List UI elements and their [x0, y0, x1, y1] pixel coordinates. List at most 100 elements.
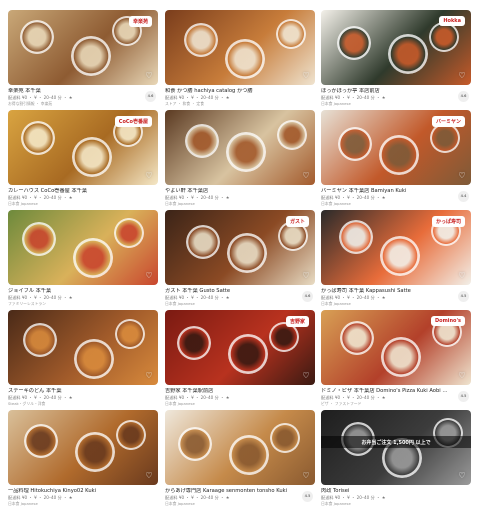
restaurant-image[interactable]: バーミヤン ♡ — [321, 110, 471, 185]
restaurant-image[interactable]: ♡ — [165, 110, 315, 185]
rating-badge: 4.4 — [458, 191, 469, 202]
restaurant-name[interactable]: ドミノ・ピザ 本千葉店 Domino's Pizza Kuki Aobi Sto… — [321, 388, 449, 395]
restaurant-card[interactable]: かっぱ寿司 ♡ かっぱ寿司 本千葉 Kappasushi Satte 配送料 ¥0 ・… — [321, 210, 471, 310]
food-plate — [379, 135, 419, 175]
restaurant-card[interactable]: ♡ 和食 かつ膳 hachiya catalog かつ膳 配送料 ¥0 ・ ¥ ・ … — [165, 10, 315, 110]
restaurant-name[interactable]: 幸楽苑 本千葉 — [8, 88, 136, 95]
category-text: ピザ ・ ファストフード — [321, 401, 362, 406]
food-plate — [381, 337, 421, 377]
favorite-heart-icon[interactable]: ♡ — [144, 171, 154, 181]
category-text: ストア ・ 和食 ・ 定食 — [165, 101, 204, 106]
rating-badge: 4.5 — [458, 391, 469, 402]
restaurant-image[interactable]: Domino's ♡ — [321, 310, 471, 385]
restaurant-grid: 幸楽苑 ♡ 幸楽苑 本千葉 配送料 ¥0 ・ ¥ ・ 20–40 分 ・ ★ お得な割引… — [0, 0, 480, 506]
rating-badge: 4.5 — [458, 291, 469, 302]
category-text: 日本食 Japanese — [8, 201, 38, 206]
favorite-heart-icon[interactable]: ♡ — [301, 371, 311, 381]
favorite-heart-icon[interactable]: ♡ — [457, 71, 467, 81]
restaurant-image[interactable]: ♡ — [165, 10, 315, 85]
restaurant-name[interactable]: 和食 かつ膳 hachiya catalog かつ膳 — [165, 88, 293, 95]
rating-badge: 4.6 — [145, 91, 156, 102]
favorite-heart-icon[interactable]: ♡ — [457, 371, 467, 381]
restaurant-card[interactable]: Domino's ♡ ドミノ・ピザ 本千葉店 Domino's Pizza Kuki… — [321, 310, 471, 410]
restaurant-name[interactable]: カレーハウス CoCo壱番屋 本千葉 — [8, 188, 136, 195]
food-plate — [429, 22, 459, 52]
category-text: 日本食 Japanese — [321, 501, 351, 506]
favorite-heart-icon[interactable]: ♡ — [301, 471, 311, 481]
restaurant-card[interactable]: お弁当ご注文 1,500円 以上で ♡ 肉政 Torisei 配送料 ¥0 ・ ¥ ・… — [321, 410, 471, 510]
food-plate — [228, 334, 268, 374]
restaurant-image[interactable]: ♡ — [165, 410, 315, 485]
favorite-heart-icon[interactable]: ♡ — [457, 471, 467, 481]
restaurant-card[interactable]: バーミヤン ♡ バーミヤン 本千葉店 Bamiyan Kuki 配送料 ¥0 ・ ¥ … — [321, 110, 471, 210]
restaurant-info: ガスト 本千葉 Gusto Satte 配送料 ¥0 ・ ¥ ・ 20–40 分 … — [165, 285, 315, 310]
restaurant-name[interactable]: やよい軒 本千葉店 — [165, 188, 293, 195]
favorite-heart-icon[interactable]: ♡ — [301, 271, 311, 281]
restaurant-name[interactable]: ジョイフル 本千葉 — [8, 288, 136, 295]
restaurant-image[interactable]: 幸楽苑 ♡ — [8, 10, 158, 85]
favorite-heart-icon[interactable]: ♡ — [144, 371, 154, 381]
restaurant-info: ジョイフル 本千葉 配送料 ¥0 ・ ¥ ・ 20–40 分 ・ ★ ファミリーレス… — [8, 285, 158, 310]
category-text: 日本食 Japanese — [165, 201, 195, 206]
restaurant-image[interactable]: Hokka ♡ — [321, 10, 471, 85]
food-plate — [177, 326, 211, 360]
food-plate — [21, 121, 55, 155]
restaurant-card[interactable]: Hokka ♡ ほっかほっか亭 本店前店 配送料 ¥0 ・ ¥ ・ 20–40 分 ・… — [321, 10, 471, 110]
restaurant-name[interactable]: バーミヤン 本千葉店 Bamiyan Kuki — [321, 188, 449, 195]
restaurant-card[interactable]: ♡ 一品料理 Hitokuchiya Kinyo02 Kuki 配送料 ¥0 ・ ¥… — [8, 410, 158, 510]
restaurant-image[interactable]: ♡ — [8, 210, 158, 285]
favorite-heart-icon[interactable]: ♡ — [144, 271, 154, 281]
restaurant-info: カレーハウス CoCo壱番屋 本千葉 配送料 ¥0 ・ ¥ ・ 20–40 分 ・… — [8, 185, 158, 210]
food-plate — [185, 124, 219, 158]
favorite-heart-icon[interactable]: ♡ — [144, 71, 154, 81]
food-plate — [276, 19, 306, 49]
restaurant-info: ドミノ・ピザ 本千葉店 Domino's Pizza Kuki Aobi Sto… — [321, 385, 471, 410]
food-plate — [24, 424, 58, 458]
restaurant-image[interactable]: ♡ — [8, 310, 158, 385]
restaurant-card[interactable]: ♡ からあげ専門店 Karaage senmonten tonsho Kuki 配送… — [165, 410, 315, 510]
restaurant-name[interactable]: 吉野家 本千葉駅前店 — [165, 388, 293, 395]
food-plate — [115, 319, 145, 349]
rating-badge: 4.6 — [458, 91, 469, 102]
food-plate — [184, 23, 218, 57]
restaurant-card[interactable]: ♡ ステーキのどん 本千葉 配送料 ¥0 ・ ¥ ・ 20–40 分 ・ ★ Stea… — [8, 310, 158, 410]
favorite-heart-icon[interactable]: ♡ — [301, 71, 311, 81]
restaurant-name[interactable]: ガスト 本千葉 Gusto Satte — [165, 288, 293, 295]
food-plate — [23, 323, 57, 357]
category-text: 日本食 Japanese — [165, 501, 195, 506]
food-plate — [186, 225, 220, 259]
food-plate — [225, 39, 265, 79]
restaurant-image[interactable]: かっぱ寿司 ♡ — [321, 210, 471, 285]
restaurant-image[interactable]: CoCo壱番屋 ♡ — [8, 110, 158, 185]
restaurant-card[interactable]: ♡ やよい軒 本千葉店 配送料 ¥0 ・ ¥ ・ 20–40 分 ・ ★ 日本食 Ja… — [165, 110, 315, 210]
restaurant-name[interactable]: ステーキのどん 本千葉 — [8, 388, 136, 395]
food-plate — [388, 34, 428, 74]
restaurant-name[interactable]: ほっかほっか亭 本店前店 — [321, 88, 449, 95]
category-text: 日本食 Japanese — [321, 101, 351, 106]
restaurant-card[interactable]: ガスト ♡ ガスト 本千葉 Gusto Satte 配送料 ¥0 ・ ¥ ・ 20–4… — [165, 210, 315, 310]
restaurant-info: やよい軒 本千葉店 配送料 ¥0 ・ ¥ ・ 20–40 分 ・ ★ 日本食 Jap… — [165, 185, 315, 210]
food-plate — [178, 427, 212, 461]
restaurant-name[interactable]: からあげ専門店 Karaage senmonten tonsho Kuki — [165, 488, 293, 495]
favorite-heart-icon[interactable]: ♡ — [457, 271, 467, 281]
restaurant-card[interactable]: 幸楽苑 ♡ 幸楽苑 本千葉 配送料 ¥0 ・ ¥ ・ 20–40 分 ・ ★ お得な割引… — [8, 10, 158, 110]
favorite-heart-icon[interactable]: ♡ — [144, 471, 154, 481]
restaurant-image[interactable]: 吉野家 ♡ — [165, 310, 315, 385]
brand-logo: かっぱ寿司 — [431, 216, 465, 227]
restaurant-name[interactable]: かっぱ寿司 本千葉 Kappasushi Satte — [321, 288, 449, 295]
favorite-heart-icon[interactable]: ♡ — [457, 171, 467, 181]
brand-logo: CoCo壱番屋 — [114, 116, 152, 127]
restaurant-card[interactable]: ♡ ジョイフル 本千葉 配送料 ¥0 ・ ¥ ・ 20–40 分 ・ ★ ファミリーレ… — [8, 210, 158, 310]
restaurant-image[interactable]: お弁当ご注文 1,500円 以上で ♡ — [321, 410, 471, 485]
restaurant-name[interactable]: 一品料理 Hitokuchiya Kinyo02 Kuki — [8, 488, 136, 495]
restaurant-image[interactable]: ♡ — [8, 410, 158, 485]
restaurant-image[interactable]: ガスト ♡ — [165, 210, 315, 285]
favorite-heart-icon[interactable]: ♡ — [301, 171, 311, 181]
restaurant-card[interactable]: 吉野家 ♡ 吉野家 本千葉駅前店 配送料 ¥0 ・ ¥ ・ 20–40 分 ・ ★ 日本… — [165, 310, 315, 410]
brand-logo: Hokka — [439, 16, 465, 26]
restaurant-card[interactable]: CoCo壱番屋 ♡ カレーハウス CoCo壱番屋 本千葉 配送料 ¥0 ・ ¥ ・ 2… — [8, 110, 158, 210]
category-text: 日本食 Japanese — [8, 501, 38, 506]
restaurant-info: 肉政 Torisei 配送料 ¥0 ・ ¥ ・ 20–40 分 ・ ★ 日本食 Ja… — [321, 485, 471, 510]
food-plate — [229, 435, 269, 475]
restaurant-name[interactable]: 肉政 Torisei — [321, 488, 449, 495]
